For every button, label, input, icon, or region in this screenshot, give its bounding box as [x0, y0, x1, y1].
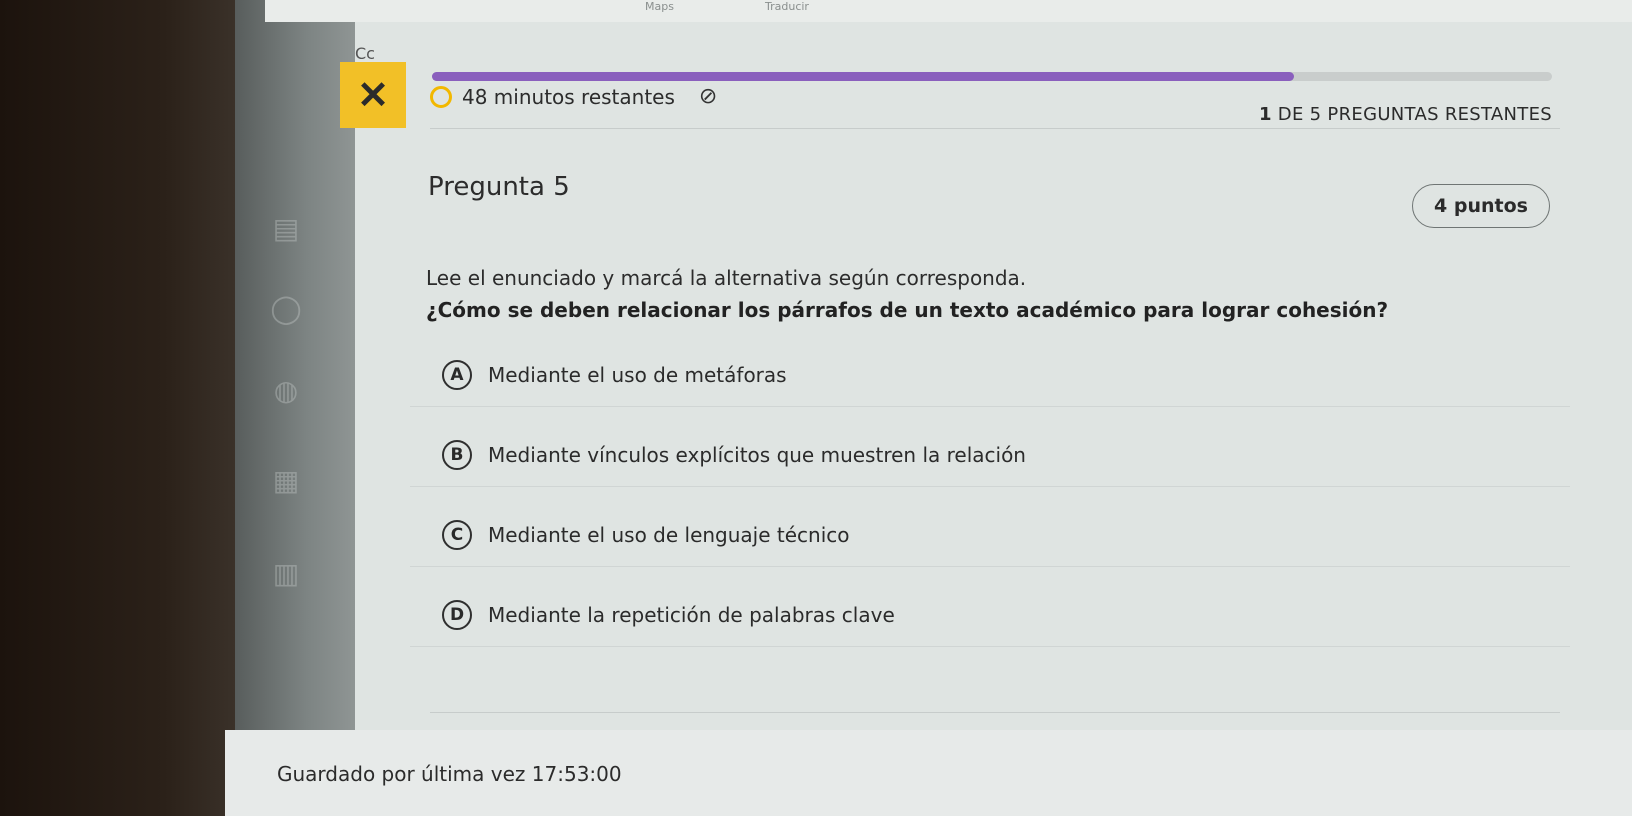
header-fragment: Cc [355, 44, 375, 63]
timer-icon [430, 85, 452, 108]
last-saved-text: Guardado por última vez 17:53:00 [277, 762, 622, 786]
user-icon: ◯ [270, 291, 302, 325]
question-title: Pregunta 5 [428, 172, 570, 202]
hide-eye-icon[interactable]: ⊘ [699, 84, 717, 109]
option-text-b: Mediante vínculos explícitos que muestre… [488, 443, 1026, 467]
background-left [0, 0, 235, 816]
side-rail [235, 0, 355, 730]
progress-fill [432, 72, 1295, 81]
questions-remaining: 1 DE 5 PREGUNTAS RESTANTES [1259, 104, 1552, 125]
grid-icon: ▥ [272, 556, 300, 590]
footer: Guardado por última vez 17:53:00 [225, 730, 1632, 816]
question-text: ¿Cómo se deben relacionar los párrafos d… [426, 298, 1389, 322]
option-letter-b: B [442, 440, 472, 470]
calendar-icon: ▦ [272, 463, 300, 497]
content-divider [430, 712, 1560, 713]
print-icon: ▤ [272, 211, 300, 245]
option-text-c: Mediante el uso de lenguaje técnico [488, 523, 850, 547]
remaining-count: 1 [1258, 104, 1272, 125]
bookmark-maps[interactable]: Maps [645, 0, 674, 13]
close-button[interactable]: ✕ [340, 62, 406, 128]
question-instruction: Lee el enunciado y marcá la alternativa … [426, 266, 1027, 290]
option-c[interactable]: C Mediante el uso de lenguaje técnico [410, 504, 1570, 567]
timer-text: 48 minutos restantes [462, 84, 675, 109]
points-badge: 4 puntos [1412, 184, 1550, 228]
bookmark-traducir[interactable]: Traducir [765, 0, 809, 13]
option-letter-d: D [442, 600, 472, 630]
timer: 48 minutos restantes ⊘ [430, 84, 717, 109]
option-b[interactable]: B Mediante vínculos explícitos que muest… [410, 424, 1570, 487]
option-d[interactable]: D Mediante la repetición de palabras cla… [410, 584, 1570, 647]
globe-icon: ◍ [273, 373, 299, 407]
option-letter-c: C [442, 520, 472, 550]
header-divider [430, 128, 1560, 129]
option-a[interactable]: A Mediante el uso de metáforas [410, 344, 1570, 407]
option-text-d: Mediante la repetición de palabras clave [488, 603, 895, 627]
remaining-label: DE 5 PREGUNTAS RESTANTES [1271, 104, 1552, 125]
option-letter-a: A [442, 360, 472, 390]
close-icon: ✕ [357, 74, 389, 117]
option-text-a: Mediante el uso de metáforas [488, 363, 787, 387]
progress-bar [432, 72, 1552, 81]
browser-bookmarks-bar: Maps Traducir [265, 0, 1632, 22]
